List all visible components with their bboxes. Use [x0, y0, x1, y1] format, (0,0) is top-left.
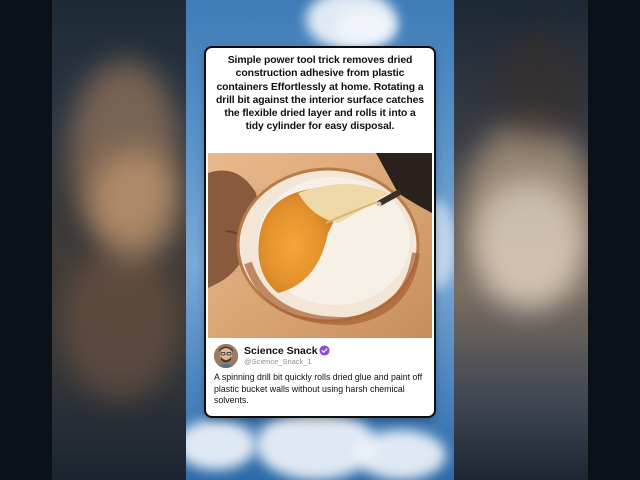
verified-badge-icon: [319, 345, 330, 356]
post-photo: [208, 153, 432, 338]
edge-bar-right: [588, 0, 640, 480]
avatar-portrait-icon: [214, 344, 238, 368]
post-card[interactable]: Simple power tool trick removes dried co…: [206, 48, 434, 416]
avatar[interactable]: [214, 344, 238, 368]
edge-bar-left: [0, 0, 52, 480]
bucket-drill-photo: [208, 153, 432, 338]
post-caption: Simple power tool trick removes dried co…: [216, 55, 424, 133]
author-handle[interactable]: @Science_Snack_1: [244, 357, 312, 366]
author-row[interactable]: Science Snack @Science_Snack_1: [214, 344, 426, 368]
author-name[interactable]: Science Snack: [244, 345, 318, 357]
post-text: A spinning drill bit quickly rolls dried…: [214, 372, 423, 406]
